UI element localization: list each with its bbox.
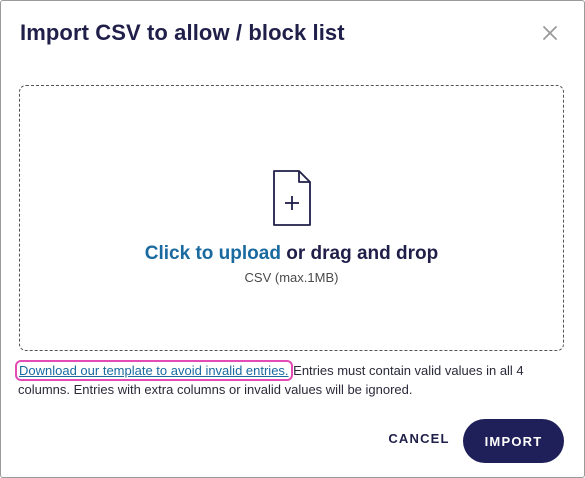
download-template-link[interactable]: Download our template to avoid invalid e… [15, 360, 293, 381]
close-icon[interactable] [541, 24, 559, 42]
drag-drop-text: or drag and drop [280, 243, 439, 264]
template-info: Download our template to avoid invalid e… [15, 360, 558, 399]
cancel-button[interactable]: CANCEL [383, 424, 455, 452]
click-to-upload-link[interactable]: Click to upload [145, 243, 281, 264]
import-button[interactable]: IMPORT [463, 419, 564, 463]
import-csv-dialog: Import CSV to allow / block list Click t… [0, 0, 585, 478]
file-limit-hint: CSV (max.1MB) [244, 270, 339, 285]
file-add-icon [272, 169, 312, 227]
file-dropzone[interactable]: Click to upload or drag and drop CSV (ma… [19, 85, 564, 351]
upload-prompt: Click to upload or drag and drop [20, 243, 563, 265]
dialog-title: Import CSV to allow / block list [20, 20, 345, 45]
